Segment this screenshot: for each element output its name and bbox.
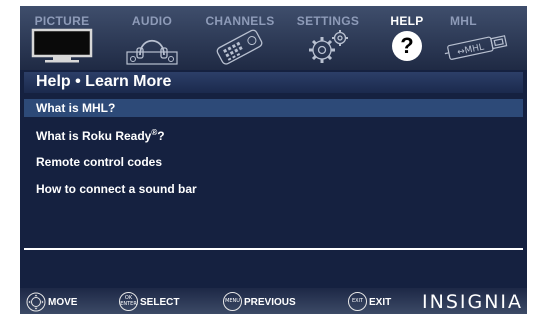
tab-label: SETTINGS (296, 14, 360, 28)
panel-divider (24, 248, 523, 250)
hint-label: EXIT (369, 297, 392, 308)
tab-label: AUDIO (131, 14, 173, 28)
menu-item-what-is-mhl[interactable]: What is MHL? (24, 99, 523, 117)
exit-button-icon: EXIT (348, 292, 367, 311)
hint-move: MOVE (26, 292, 96, 312)
key-label: ENTER (120, 301, 137, 307)
tab-label: CHANNELS (205, 14, 275, 28)
dpad-icon (26, 292, 46, 312)
question-icon: ? (392, 31, 422, 61)
tab-mhl[interactable]: MHL ↔MHL (436, 6, 516, 70)
remote-hint-bar: MOVE OK ENTER SELECT MENU PREVIOUS EXIT … (20, 288, 527, 314)
menu-item-label: Remote control codes (36, 155, 163, 169)
menu-item-label: What is Roku Ready (36, 129, 152, 143)
ok-enter-button-icon: OK ENTER (119, 292, 138, 311)
hint-label: SELECT (140, 297, 180, 308)
tab-help[interactable]: HELP ? (372, 6, 442, 70)
menu-tab-bar: PICTURE AUDIO CHANNELS SETTINGS HELP ? M… (20, 6, 527, 70)
brand-logo: INSIGNIA (422, 291, 524, 313)
menu-item-label: How to connect a sound bar (36, 182, 197, 196)
hint-label: MOVE (48, 297, 78, 308)
help-panel: Help • Learn More What is MHL? What is R… (20, 70, 527, 288)
hint-select: OK ENTER SELECT (119, 292, 199, 312)
tab-label: MHL (450, 14, 477, 28)
hint-label: PREVIOUS (244, 297, 296, 308)
mhl-cable-icon: ↔MHL (444, 35, 508, 60)
hint-previous: MENU PREVIOUS (223, 292, 313, 312)
svg-text:?: ? (400, 33, 413, 58)
key-label: MENU (225, 298, 240, 304)
tab-audio[interactable]: AUDIO (112, 6, 192, 70)
tab-picture[interactable]: PICTURE (22, 6, 102, 70)
headphones-icon (126, 39, 178, 65)
menu-item-remote-control-codes[interactable]: Remote control codes (24, 153, 523, 171)
menu-item-connect-sound-bar[interactable]: How to connect a sound bar (24, 180, 523, 198)
menu-item-label: What is MHL? (36, 101, 116, 115)
tv-icon (31, 28, 93, 63)
gears-icon (309, 30, 348, 63)
tv-menu-screen: PICTURE AUDIO CHANNELS SETTINGS HELP ? M… (20, 6, 527, 314)
tab-label: PICTURE (34, 14, 90, 28)
key-label: EXIT (351, 298, 364, 304)
tab-label: HELP (390, 14, 424, 28)
panel-title: Help • Learn More (24, 72, 523, 93)
tab-settings[interactable]: SETTINGS (288, 6, 368, 70)
menu-item-suffix: ? (157, 129, 165, 143)
menu-button-icon: MENU (223, 292, 242, 311)
remote-icon (216, 29, 263, 65)
menu-item-what-is-roku-ready[interactable]: What is Roku Ready®? (24, 126, 523, 144)
hint-exit: EXIT EXIT (348, 292, 408, 312)
tab-channels[interactable]: CHANNELS (200, 6, 280, 70)
